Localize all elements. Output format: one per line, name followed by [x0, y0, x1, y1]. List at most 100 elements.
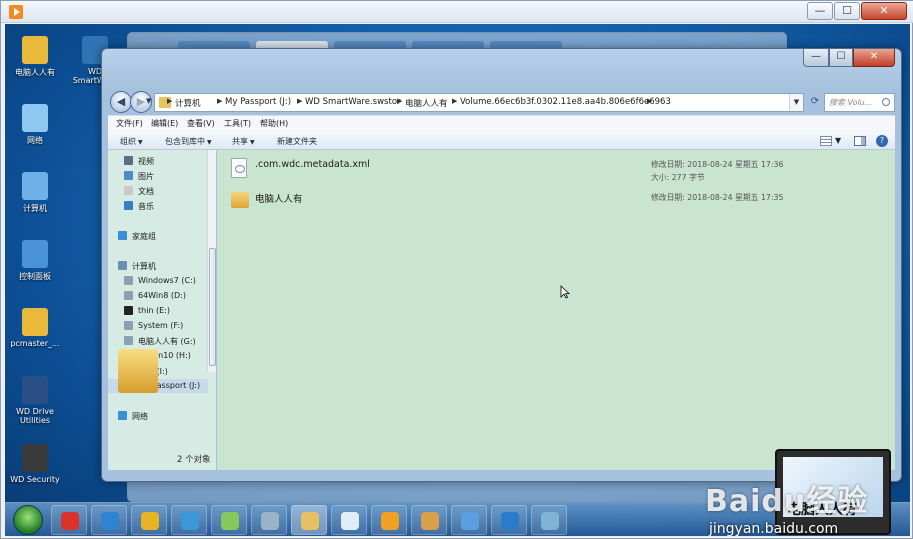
menu-view[interactable]: 查看(V) [187, 118, 215, 129]
desktop-icon[interactable]: WD Drive Utilities [5, 376, 65, 425]
taskbar-button[interactable] [211, 505, 247, 535]
baidu-watermark-url: jingyan.baidu.com [709, 521, 839, 536]
include-in-library-button[interactable]: 包含到库中 ▼ [165, 136, 212, 147]
breadcrumb-item[interactable]: 计算机 [175, 97, 201, 109]
desktop-icon[interactable]: 网络 [5, 104, 65, 146]
flower-icon [341, 512, 359, 530]
browser-icon [181, 512, 199, 530]
address-bar[interactable]: ▶ 计算机 ▶ My Passport (J:) ▶ WD SmartWare.swsto… [154, 93, 804, 112]
nav-item[interactable]: 文档 [108, 184, 208, 198]
ie-icon [101, 512, 119, 530]
breadcrumb-item[interactable]: Volume.66ec6b3f.0302.11e8.aa4b.806e6f6e6… [460, 97, 671, 107]
organize-label: 组织 [120, 137, 136, 146]
baidu-watermark: Baidu经验 [705, 484, 869, 519]
menu-edit[interactable]: 编辑(E) [151, 118, 178, 129]
nav-item[interactable]: 音乐 [108, 199, 208, 213]
nav-item[interactable]: 视频 [108, 154, 208, 168]
refresh-icon[interactable]: ⟳ [808, 93, 822, 112]
navigation-bar: ◀ ▶ ▼ ▶ 计算机 ▶ My Passport (J:) ▶ WD SmartWare… [108, 91, 895, 115]
wd-app-icon [541, 512, 559, 530]
paint-icon [421, 512, 439, 530]
file-name: 电脑人人有 [255, 194, 303, 205]
taskbar-button[interactable] [451, 505, 487, 535]
maximize-button[interactable]: ☐ [829, 49, 853, 67]
file-row[interactable]: 电脑人人有 修改日期: 2018-08-24 星期五 17:35 [217, 188, 783, 218]
new-folder-button[interactable]: 新建文件夹 [277, 136, 317, 147]
recent-pages-chevron-icon[interactable]: ▼ [146, 97, 151, 105]
breadcrumb-separator-icon[interactable]: ▶ [297, 97, 302, 105]
preview-pane-icon[interactable] [854, 136, 866, 146]
taskbar-button[interactable] [171, 505, 207, 535]
nav-item-icon [118, 411, 127, 420]
desktop-icon-label: WD Drive Utilities [16, 407, 54, 425]
nav-item[interactable]: 图片 [108, 169, 208, 183]
nav-item[interactable]: System (F:) [108, 319, 208, 333]
taskbar-button[interactable] [131, 505, 167, 535]
nav-item[interactable]: thin (E:) [108, 304, 208, 318]
share-button[interactable]: 共享 ▼ [232, 136, 255, 147]
nav-item-label: 家庭组 [132, 232, 156, 241]
taskbar-button[interactable] [331, 505, 367, 535]
nav-item[interactable]: 网络 [108, 409, 208, 423]
breadcrumb-item[interactable]: My Passport (J:) [225, 97, 291, 107]
close-button[interactable]: ✕ [853, 49, 895, 67]
desktop-icon[interactable]: 电脑人人有 [5, 36, 65, 78]
breadcrumb-separator-icon[interactable]: ▶ [217, 97, 222, 105]
breadcrumb-item[interactable]: WD SmartWare.swstor [305, 97, 401, 107]
search-icon [882, 98, 890, 106]
nav-item[interactable]: 64Win8 (D:) [108, 289, 208, 303]
host-maximize-button[interactable]: ☐ [834, 2, 860, 20]
command-bar: 组织 ▼ 包含到库中 ▼ 共享 ▼ 新建文件夹 ▼ ? [108, 131, 895, 150]
host-close-button[interactable]: ✕ [861, 2, 907, 20]
breadcrumb-separator-icon[interactable]: ▶ [397, 97, 402, 105]
menu-help[interactable]: 帮助(H) [260, 118, 288, 129]
view-options-chevron-icon[interactable]: ▼ [835, 136, 841, 145]
nav-item-label: 音乐 [138, 202, 154, 211]
nav-item-label: 电脑人人有 (G:) [138, 337, 196, 346]
taskbar-button[interactable] [51, 505, 87, 535]
taskbar-button[interactable] [291, 505, 327, 535]
menu-file[interactable]: 文件(F) [116, 118, 143, 129]
desktop-icon[interactable]: 计算机 [5, 172, 65, 214]
taskbar-button[interactable] [411, 505, 447, 535]
chrome-icon [141, 512, 159, 530]
change-view-icon[interactable] [820, 136, 832, 146]
address-dropdown-chevron-icon[interactable]: ▼ [789, 94, 803, 111]
file-row[interactable]: .com.wdc.metadata.xml 修改日期: 2018-08-24 星… [217, 156, 783, 186]
nav-item[interactable]: Windows7 (C:) [108, 274, 208, 288]
taskbar-button[interactable] [491, 505, 527, 535]
breadcrumb-item[interactable]: 电脑人人有 [405, 97, 448, 109]
qihoo-icon [61, 512, 79, 530]
start-button[interactable] [13, 505, 43, 535]
breadcrumb-separator-icon[interactable]: ▶ [167, 97, 172, 105]
back-button[interactable]: ◀ [110, 91, 132, 113]
minimize-button[interactable]: — [803, 49, 829, 67]
desktop-icon[interactable]: pcmaster_... [5, 308, 65, 348]
help-icon[interactable]: ? [876, 135, 888, 147]
navigation-scrollbar[interactable] [207, 150, 216, 372]
file-size: 大小: 277 字节 [651, 173, 705, 182]
nav-item-label: 图片 [138, 172, 154, 181]
search-input[interactable]: 搜索 Volu... [824, 93, 895, 112]
taskbar-button[interactable] [251, 505, 287, 535]
desktop-icon-label: pcmaster_... [10, 339, 60, 348]
taskbar-button[interactable] [91, 505, 127, 535]
organize-button[interactable]: 组织 ▼ [120, 136, 143, 147]
breadcrumb-separator-icon[interactable]: ▶ [452, 97, 457, 105]
nav-item[interactable]: 家庭组 [108, 229, 208, 243]
host-minimize-button[interactable]: — [807, 2, 833, 20]
nav-item[interactable]: 电脑人人有 (G:) [108, 334, 208, 348]
desktop: 电脑人人有 WD SmartWare 网络 计算机 控制面板 pcmaster_... WD… [5, 24, 910, 536]
scrollbar-thumb[interactable] [209, 248, 216, 366]
nav-item[interactable]: 计算机 [108, 259, 208, 273]
taskbar-button[interactable] [531, 505, 567, 535]
breadcrumb-separator-icon[interactable]: ▶ [647, 97, 652, 105]
desktop-icon[interactable]: WD Security [5, 444, 65, 484]
menu-tools[interactable]: 工具(T) [224, 118, 251, 129]
desktop-icon[interactable]: 控制面板 [5, 240, 65, 282]
nav-item-icon [124, 291, 133, 300]
taskbar-button[interactable] [371, 505, 407, 535]
wd-security-icon [22, 444, 48, 472]
desktop-icon-label: 计算机 [23, 204, 47, 213]
include-label: 包含到库中 [165, 137, 205, 146]
